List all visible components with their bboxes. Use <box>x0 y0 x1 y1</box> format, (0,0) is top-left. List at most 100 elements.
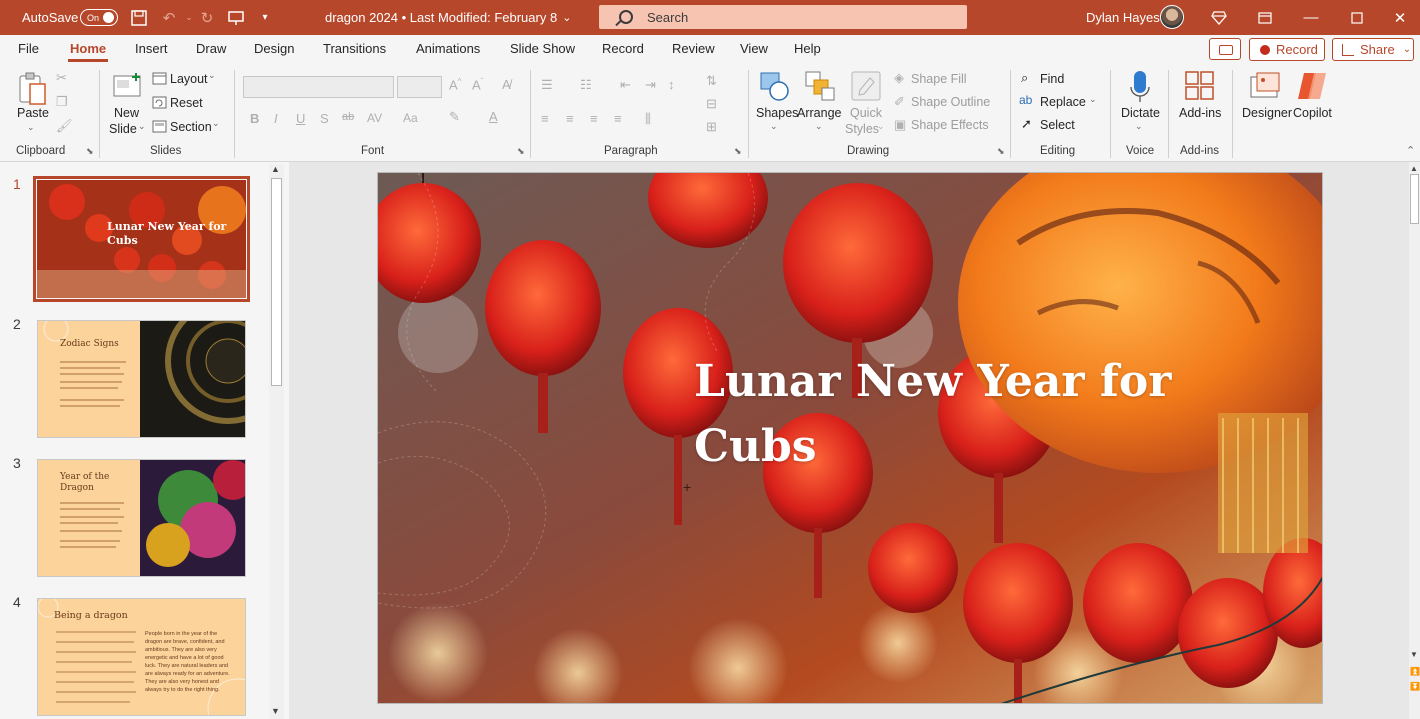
slide-title[interactable]: Lunar New Year for Cubs <box>694 349 1254 479</box>
chevron-down-icon[interactable]: ⌄ <box>1089 94 1097 105</box>
shapes-button[interactable]: Shapes <box>756 106 798 120</box>
dialog-launcher-icon[interactable]: ⬊ <box>517 146 525 157</box>
replace-icon[interactable]: ab <box>1019 93 1032 107</box>
justify-icon[interactable]: ≡ <box>614 111 622 126</box>
change-case-icon[interactable]: Aa <box>403 111 418 125</box>
dialog-launcher-icon[interactable]: ⬊ <box>997 146 1005 157</box>
collapse-ribbon-icon[interactable]: ⌃ <box>1406 144 1415 157</box>
align-text-icon[interactable]: ⊟ <box>706 96 717 112</box>
microphone-icon[interactable] <box>1129 70 1151 107</box>
reset-button[interactable]: Reset <box>170 96 203 110</box>
undo-icon[interactable]: ↶ <box>158 0 180 35</box>
format-painter-icon[interactable]: 🖌 <box>56 118 73 134</box>
new-slide-icon[interactable] <box>112 72 142 105</box>
thumbnails-scrollbar[interactable]: ▲ ▼ <box>269 164 284 719</box>
minimize-icon[interactable]: — <box>1288 0 1334 35</box>
tab-home[interactable]: Home <box>67 41 109 62</box>
scroll-up-icon[interactable]: ▲ <box>1410 164 1418 173</box>
dialog-launcher-icon[interactable]: ⬊ <box>734 146 742 157</box>
avatar[interactable] <box>1160 5 1184 29</box>
paste-button[interactable]: Paste <box>17 106 49 120</box>
layout-icon[interactable] <box>152 72 167 88</box>
copilot-button[interactable]: Copilot <box>1293 106 1332 120</box>
columns-icon[interactable]: ⫼ <box>645 111 651 127</box>
scroll-down-icon[interactable]: ▼ <box>271 706 280 716</box>
tab-design[interactable]: Design <box>254 41 294 56</box>
grow-font-icon[interactable]: A^ <box>449 77 461 92</box>
save-icon[interactable] <box>128 0 150 35</box>
user-name[interactable]: Dylan Hayes <box>1086 0 1160 35</box>
presentation-icon[interactable] <box>225 0 247 35</box>
tab-draw[interactable]: Draw <box>196 41 226 56</box>
tab-animations[interactable]: Animations <box>416 41 480 56</box>
tab-review[interactable]: Review <box>672 41 715 56</box>
quick-styles-label[interactable]: Quick <box>850 106 882 120</box>
copilot-icon[interactable] <box>1296 71 1328 104</box>
slide-thumbnail-1[interactable]: Lunar New Year for Cubs <box>33 176 250 302</box>
quick-styles-icon[interactable] <box>850 70 882 105</box>
find-icon[interactable]: ⌕ <box>1021 70 1028 86</box>
strikethrough-icon[interactable]: ab <box>342 111 354 123</box>
search-input[interactable]: Search <box>599 5 967 29</box>
maximize-icon[interactable] <box>1334 0 1380 35</box>
align-center-icon[interactable]: ≡ <box>566 111 574 126</box>
diamond-icon[interactable] <box>1196 0 1242 35</box>
arrange-button[interactable]: Arrange <box>797 106 841 120</box>
tab-insert[interactable]: Insert <box>135 41 168 56</box>
layout-button[interactable]: Layout <box>170 72 208 86</box>
paste-icon[interactable] <box>17 72 47 109</box>
font-color-icon[interactable]: A <box>489 109 498 124</box>
find-button[interactable]: Find <box>1040 72 1064 86</box>
decrease-indent-icon[interactable]: ⇤ <box>620 77 631 93</box>
main-slide[interactable]: Lunar New Year for Cubs + <box>377 172 1323 704</box>
scroll-down-icon[interactable]: ▼ <box>1410 650 1418 659</box>
ribbon-display-icon[interactable] <box>1242 0 1288 35</box>
customize-toolbar-icon[interactable]: ▾ <box>254 0 276 35</box>
shape-effects-button[interactable]: Shape Effects <box>911 118 989 132</box>
smartart-icon[interactable]: ⊞ <box>706 119 717 135</box>
reset-icon[interactable] <box>152 96 167 112</box>
align-left-icon[interactable]: ≡ <box>541 111 549 126</box>
tab-help[interactable]: Help <box>794 41 821 56</box>
shadow-icon[interactable]: S <box>320 111 329 126</box>
select-cursor-icon[interactable]: ➚ <box>1021 116 1032 132</box>
highlight-icon[interactable]: ✎ <box>449 109 460 125</box>
previous-slide-icon[interactable]: ⏫ <box>1410 667 1420 676</box>
record-button[interactable]: Record <box>1249 38 1325 61</box>
italic-icon[interactable]: I <box>274 111 278 126</box>
shape-effects-icon[interactable]: ▣ <box>894 117 906 133</box>
new-slide-label[interactable]: New <box>114 106 139 120</box>
comments-button[interactable] <box>1209 38 1241 60</box>
tab-transitions[interactable]: Transitions <box>323 41 386 56</box>
add-ins-button[interactable]: Add-ins <box>1179 106 1221 120</box>
add-ins-icon[interactable] <box>1185 71 1215 104</box>
close-icon[interactable]: ✕ <box>1380 0 1420 35</box>
scrollbar-thumb[interactable] <box>271 178 282 386</box>
autosave-toggle[interactable]: On <box>80 9 118 26</box>
shape-fill-button[interactable]: Shape Fill <box>911 72 967 86</box>
chevron-down-icon[interactable]: ⌄ <box>1135 121 1143 132</box>
slide-thumbnail-3[interactable]: Year of the Dragon <box>37 459 246 577</box>
bold-icon[interactable]: B <box>250 111 259 126</box>
tab-slide-show[interactable]: Slide Show <box>510 41 575 56</box>
tab-file[interactable]: File <box>18 41 39 56</box>
chevron-down-icon[interactable]: ⌄ <box>138 121 146 132</box>
shapes-icon[interactable] <box>759 70 791 105</box>
designer-button[interactable]: Designer <box>1242 106 1292 120</box>
font-size-combo[interactable] <box>397 76 442 98</box>
shape-outline-button[interactable]: Shape Outline <box>911 95 990 109</box>
bullets-icon[interactable]: ☰ <box>541 77 553 93</box>
chevron-down-icon[interactable]: ⌄ <box>27 122 35 133</box>
slide-scrollbar[interactable]: ▲ ▼ ⏫ ⏬ <box>1409 162 1420 719</box>
dialog-launcher-icon[interactable]: ⬊ <box>86 146 94 157</box>
shrink-font-icon[interactable]: Aˇ <box>472 77 483 92</box>
slide-thumbnail-4[interactable]: Being a dragon People born in the year o… <box>37 598 246 716</box>
tab-view[interactable]: View <box>740 41 768 56</box>
chevron-down-icon[interactable]: ⌄ <box>815 121 823 132</box>
slide-thumbnail-2[interactable]: Zodiac Signs <box>37 320 246 438</box>
chevron-down-icon[interactable]: ⌄ <box>208 70 216 81</box>
chevron-down-icon[interactable]: ⌄ <box>877 121 885 132</box>
copy-icon[interactable]: ❐ <box>56 94 68 110</box>
shape-fill-icon[interactable]: ◈ <box>894 70 904 86</box>
dictate-button[interactable]: Dictate <box>1121 106 1160 120</box>
